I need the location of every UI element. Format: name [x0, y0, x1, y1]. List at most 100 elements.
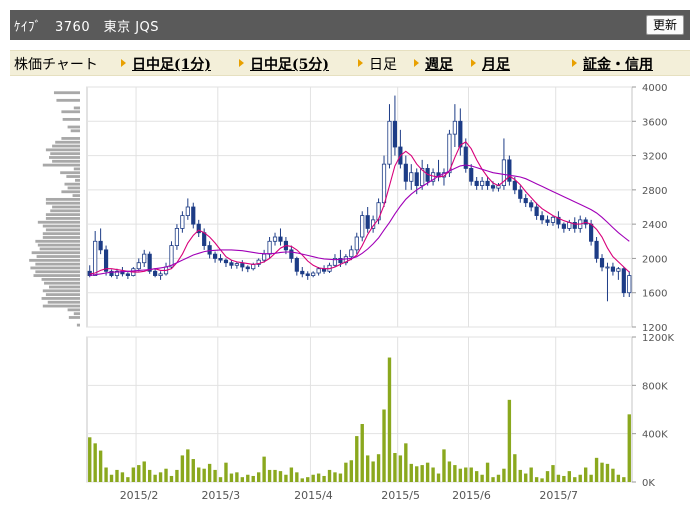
volume-bar [485, 462, 490, 482]
volume-profile-bar [76, 323, 80, 327]
volume-profile-bar [39, 247, 80, 251]
volume-bar [453, 465, 457, 482]
candle [98, 240, 103, 251]
volume-bar [289, 467, 294, 482]
volume-profile-bar [52, 159, 80, 163]
volume-bar [267, 469, 272, 482]
volume-profile-bar [53, 91, 80, 95]
candle [103, 249, 109, 272]
candle [267, 240, 272, 255]
volume-profile-bar [45, 201, 80, 205]
candle [234, 263, 239, 266]
volume-bar [202, 468, 206, 482]
volume-profile-bar [67, 125, 80, 129]
volume-bar [327, 469, 332, 482]
volume-bar [562, 475, 566, 482]
candle [251, 264, 256, 270]
candle [153, 270, 158, 276]
candle [539, 215, 545, 221]
price-panel [86, 86, 633, 328]
volume-bar [164, 468, 168, 482]
volume-bar [153, 474, 157, 482]
volume-bar [415, 466, 419, 482]
volume-profile-bar [64, 182, 80, 186]
candle [191, 206, 196, 225]
price-tick-label: 2800 [642, 186, 667, 197]
candle [354, 236, 359, 251]
volume-profile-bar [29, 258, 80, 262]
candle [240, 263, 245, 268]
candle [605, 266, 610, 269]
price-tick-label: 2400 [642, 220, 667, 231]
volume-bar [284, 474, 288, 482]
volume-bar [142, 461, 146, 482]
volume-bar [594, 457, 599, 482]
volume-profile-bar [62, 117, 80, 121]
candle [594, 240, 599, 259]
candle [534, 206, 539, 216]
candle [212, 253, 218, 259]
volume-bar [431, 467, 435, 482]
volume-tick-label: 400K [642, 430, 668, 441]
volume-bar [398, 455, 403, 482]
price-tick-label: 3600 [642, 117, 667, 128]
volume-bar [344, 462, 348, 482]
volume-profile-bar [61, 137, 80, 140]
volume-bar [169, 475, 174, 482]
volume-profile-bar [55, 140, 80, 144]
x-tick-label: 2015/5 [381, 489, 420, 502]
volume-bar [333, 472, 337, 482]
volume-bar [513, 454, 517, 482]
volume-bar [115, 469, 119, 482]
volume-bar [573, 477, 577, 482]
volume-bar [256, 472, 261, 482]
volume-panel [86, 336, 633, 483]
volume-bar [246, 474, 250, 482]
volume-bar [273, 469, 277, 482]
volume-bar [382, 409, 386, 482]
candle [207, 245, 212, 255]
candle [452, 120, 457, 135]
candle [300, 270, 305, 275]
volume-bar [420, 465, 424, 482]
candle [409, 172, 414, 182]
volume-bar [218, 477, 223, 482]
x-tick-label: 2015/4 [294, 489, 333, 502]
candle [278, 236, 283, 242]
volume-bar [605, 463, 610, 482]
candle [561, 223, 566, 229]
volume-bar [295, 472, 299, 482]
volume-profile-bar [52, 205, 80, 209]
volume-tick-label: 0K [642, 478, 655, 489]
volume-bar [371, 461, 375, 482]
candle [223, 259, 229, 264]
volume-bar [567, 471, 572, 482]
volume-bar [278, 471, 283, 482]
volume-bar [458, 468, 463, 482]
candle [294, 258, 299, 272]
price-tick-label: 1600 [642, 289, 667, 300]
volume-profile-bar [61, 110, 80, 114]
volume-bar [393, 453, 397, 482]
candle [360, 215, 365, 238]
candle [458, 120, 463, 148]
candle [169, 245, 174, 268]
x-tick-label: 2015/7 [539, 489, 578, 502]
price-tick-label: 3200 [642, 152, 667, 163]
candle [180, 215, 185, 229]
x-tick-label: 2015/6 [452, 489, 491, 502]
volume-profile-bar [45, 148, 80, 152]
volume-profile-bar [41, 277, 80, 281]
volume-bar [491, 477, 495, 482]
volume-bar [213, 469, 217, 482]
candle [125, 273, 130, 276]
volume-bar [180, 455, 185, 482]
volume-bar [600, 462, 604, 482]
volume-profile-bar [31, 251, 80, 255]
volume-bar [502, 468, 506, 482]
candle [512, 180, 517, 191]
volume-profile-bar [33, 274, 80, 277]
candle [218, 258, 223, 261]
volume-bar [191, 459, 195, 482]
volume-bar [207, 463, 212, 482]
